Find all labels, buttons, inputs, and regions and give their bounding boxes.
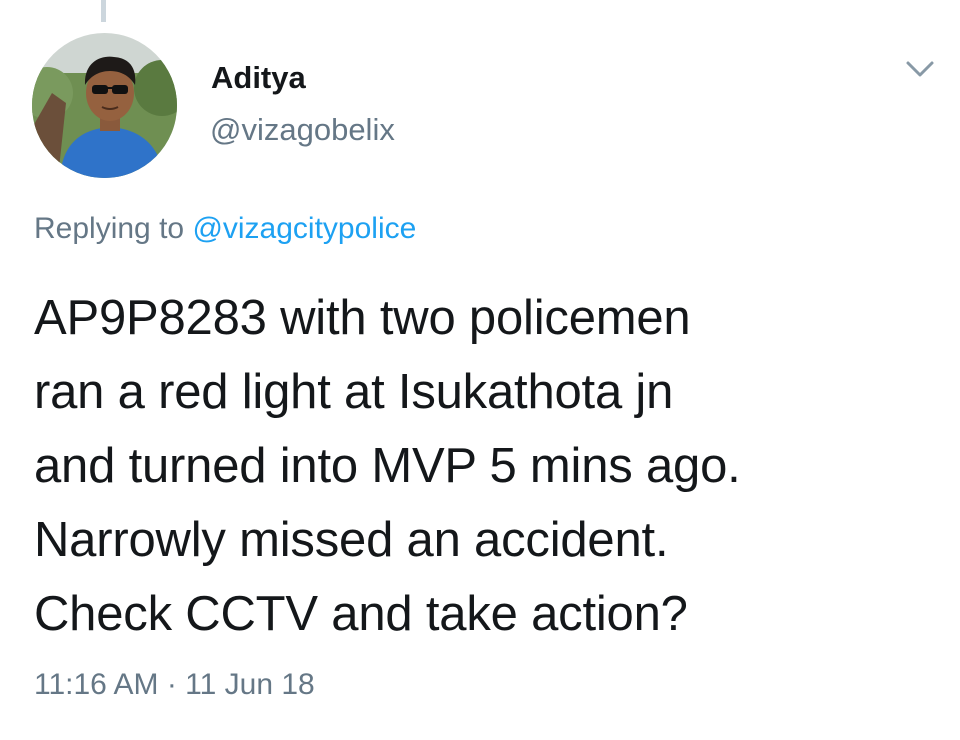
author-handle[interactable]: @vizagobelix <box>210 112 395 148</box>
tweet-text-line: ran a red light at Isukathota jn <box>34 365 674 419</box>
avatar-photo <box>32 33 177 178</box>
chevron-down-icon[interactable] <box>900 54 940 84</box>
tweet-timestamp[interactable]: 11:16 AM · 11 Jun 18 <box>34 668 315 702</box>
tweet-text-line: and turned into MVP 5 mins ago. <box>34 439 741 493</box>
author-display-name[interactable]: Aditya <box>211 60 306 96</box>
tweet-text-line: Check CCTV and take action? <box>34 587 688 641</box>
thread-connector-line <box>101 0 106 22</box>
replying-to-label: Replying to <box>34 212 185 245</box>
tweet-text-line: AP9P8283 with two policemen <box>34 291 691 345</box>
replying-to: Replying to @vizagcitypolice <box>34 212 416 246</box>
avatar[interactable] <box>32 33 177 178</box>
tweet-text-line: Narrowly missed an accident. <box>34 513 669 567</box>
reply-mention-link[interactable]: @vizagcitypolice <box>192 212 416 245</box>
tweet-text: AP9P8283 with two policemen ran a red li… <box>34 281 934 651</box>
